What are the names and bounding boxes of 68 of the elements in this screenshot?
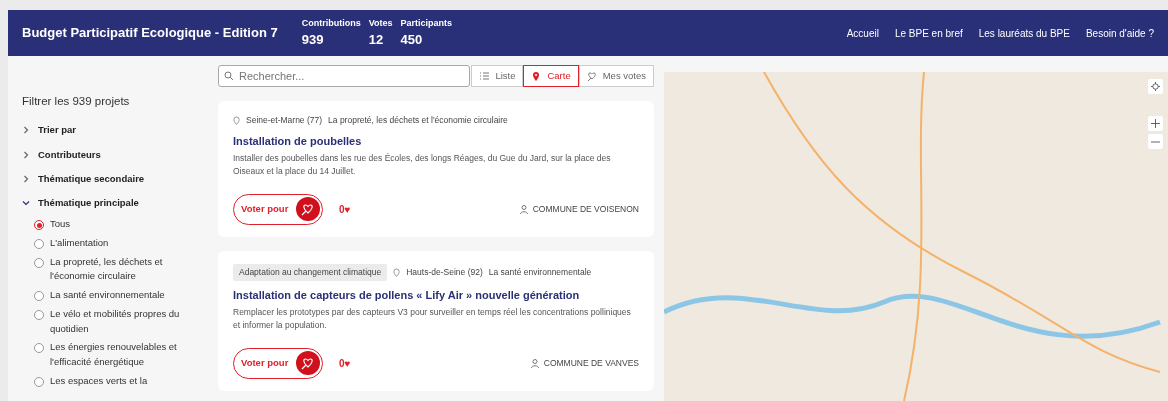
map-pin-icon — [531, 71, 542, 81]
nav-link[interactable]: Le BPE en bref — [894, 25, 963, 41]
project-title-link[interactable]: Installation de poubelles — [233, 132, 639, 150]
nav-link[interactable]: Accueil — [846, 25, 879, 41]
person-icon — [530, 358, 539, 368]
search-icon — [224, 71, 234, 81]
stat-label: Participants — [400, 16, 453, 30]
chevron-right-icon — [22, 174, 30, 183]
view-tab[interactable]: Mes votes — [578, 65, 654, 87]
radio-button[interactable] — [34, 309, 44, 320]
site-title: Budget Participatif Ecologique - Edition 7 — [22, 24, 278, 43]
location-pin-icon — [233, 115, 240, 125]
plus-icon — [1151, 119, 1160, 128]
vote-button[interactable]: Voter pour — [233, 347, 323, 379]
minus-icon — [1151, 140, 1160, 143]
vote-count: 0♥ — [339, 202, 351, 217]
project-description: Installer des poubelles dans les rue des Écoles, des longs Réages, du Gue du Jard, sur la place des Oiseaux et la place du 14 Juillet. — [233, 152, 612, 178]
project-title-link[interactable]: Installation de capteurs de pollens « Lify Air » nouvelle génération — [233, 286, 639, 303]
stat-value: 450 — [400, 31, 424, 49]
vote-button[interactable]: Voter pour — [233, 193, 323, 225]
chevron-down-icon — [22, 199, 30, 208]
option-label[interactable]: La santé environnementale — [50, 288, 165, 303]
person-icon — [519, 204, 528, 214]
author-name: COMMUNE DE VANVES — [543, 356, 639, 370]
option-label[interactable]: La propreté, les déchets et l'économie circulaire — [50, 254, 196, 285]
filter-title: Filtrer les 939 projets — [22, 94, 131, 109]
filter-group[interactable]: Thématique secondaire — [22, 166, 145, 191]
option-label[interactable]: L'alimentation — [50, 235, 109, 251]
radio-button[interactable] — [34, 376, 44, 387]
nav-link[interactable]: Besoin d'aide ? — [1085, 25, 1154, 41]
option-label[interactable]: Tous — [50, 217, 71, 232]
theme-text: La santé environnementale — [488, 265, 592, 279]
search-field[interactable]: Rechercher... — [218, 65, 470, 87]
location-text: Seine-et-Marne (77) — [246, 114, 323, 127]
locate-button[interactable] — [1148, 79, 1163, 94]
heart-hand-icon — [301, 356, 315, 370]
radio-button[interactable] — [34, 220, 44, 231]
option-label[interactable]: Les espaces verts et la — [50, 373, 148, 389]
chevron-right-icon — [22, 126, 30, 135]
filter-group[interactable]: Contributeurs — [22, 142, 101, 167]
stat-label: Votes — [368, 16, 393, 30]
heart-icon — [586, 71, 597, 81]
stat-label: Contributions — [301, 16, 361, 30]
stat-value: 939 — [301, 31, 325, 49]
radio-button[interactable] — [34, 238, 44, 249]
zoom-in-button[interactable] — [1148, 116, 1163, 131]
author-name: COMMUNE DE VOISENON — [532, 202, 639, 216]
chevron-right-icon — [22, 150, 30, 159]
radio-button[interactable] — [34, 291, 44, 302]
view-tab[interactable]: Carte — [523, 65, 579, 87]
option-label[interactable]: Le vélo et mobilités propres du quotidien — [50, 306, 196, 337]
nav-link[interactable]: Les lauréats du BPE — [978, 25, 1070, 41]
option-label[interactable]: Les énergies renouvelables et l'efficacité énergétique — [50, 340, 196, 370]
theme-tag: Adaptation au changement climatique — [233, 263, 388, 281]
location-pin-icon — [393, 267, 401, 277]
list-icon — [479, 71, 490, 81]
filter-group[interactable]: Trier par — [22, 118, 77, 143]
radio-button[interactable] — [34, 343, 44, 354]
location-text: Hauts-de-Seine (92) — [406, 265, 483, 279]
radio-button[interactable] — [34, 257, 44, 268]
theme-text: La propreté, les déchets et l'économie circulaire — [328, 114, 508, 127]
view-tab[interactable]: Liste — [471, 65, 524, 87]
heart-hand-icon — [301, 202, 315, 217]
vote-count: 0♥ — [339, 356, 351, 371]
filter-group[interactable]: Thématique principale — [22, 191, 139, 216]
crosshair-icon — [1151, 82, 1160, 91]
stat-value: 12 — [368, 31, 385, 49]
project-description: Remplacer les prototypes par des capteurs V3 pour surveiller en temps réel les concentrations polliniques et informer la population. — [233, 306, 632, 332]
